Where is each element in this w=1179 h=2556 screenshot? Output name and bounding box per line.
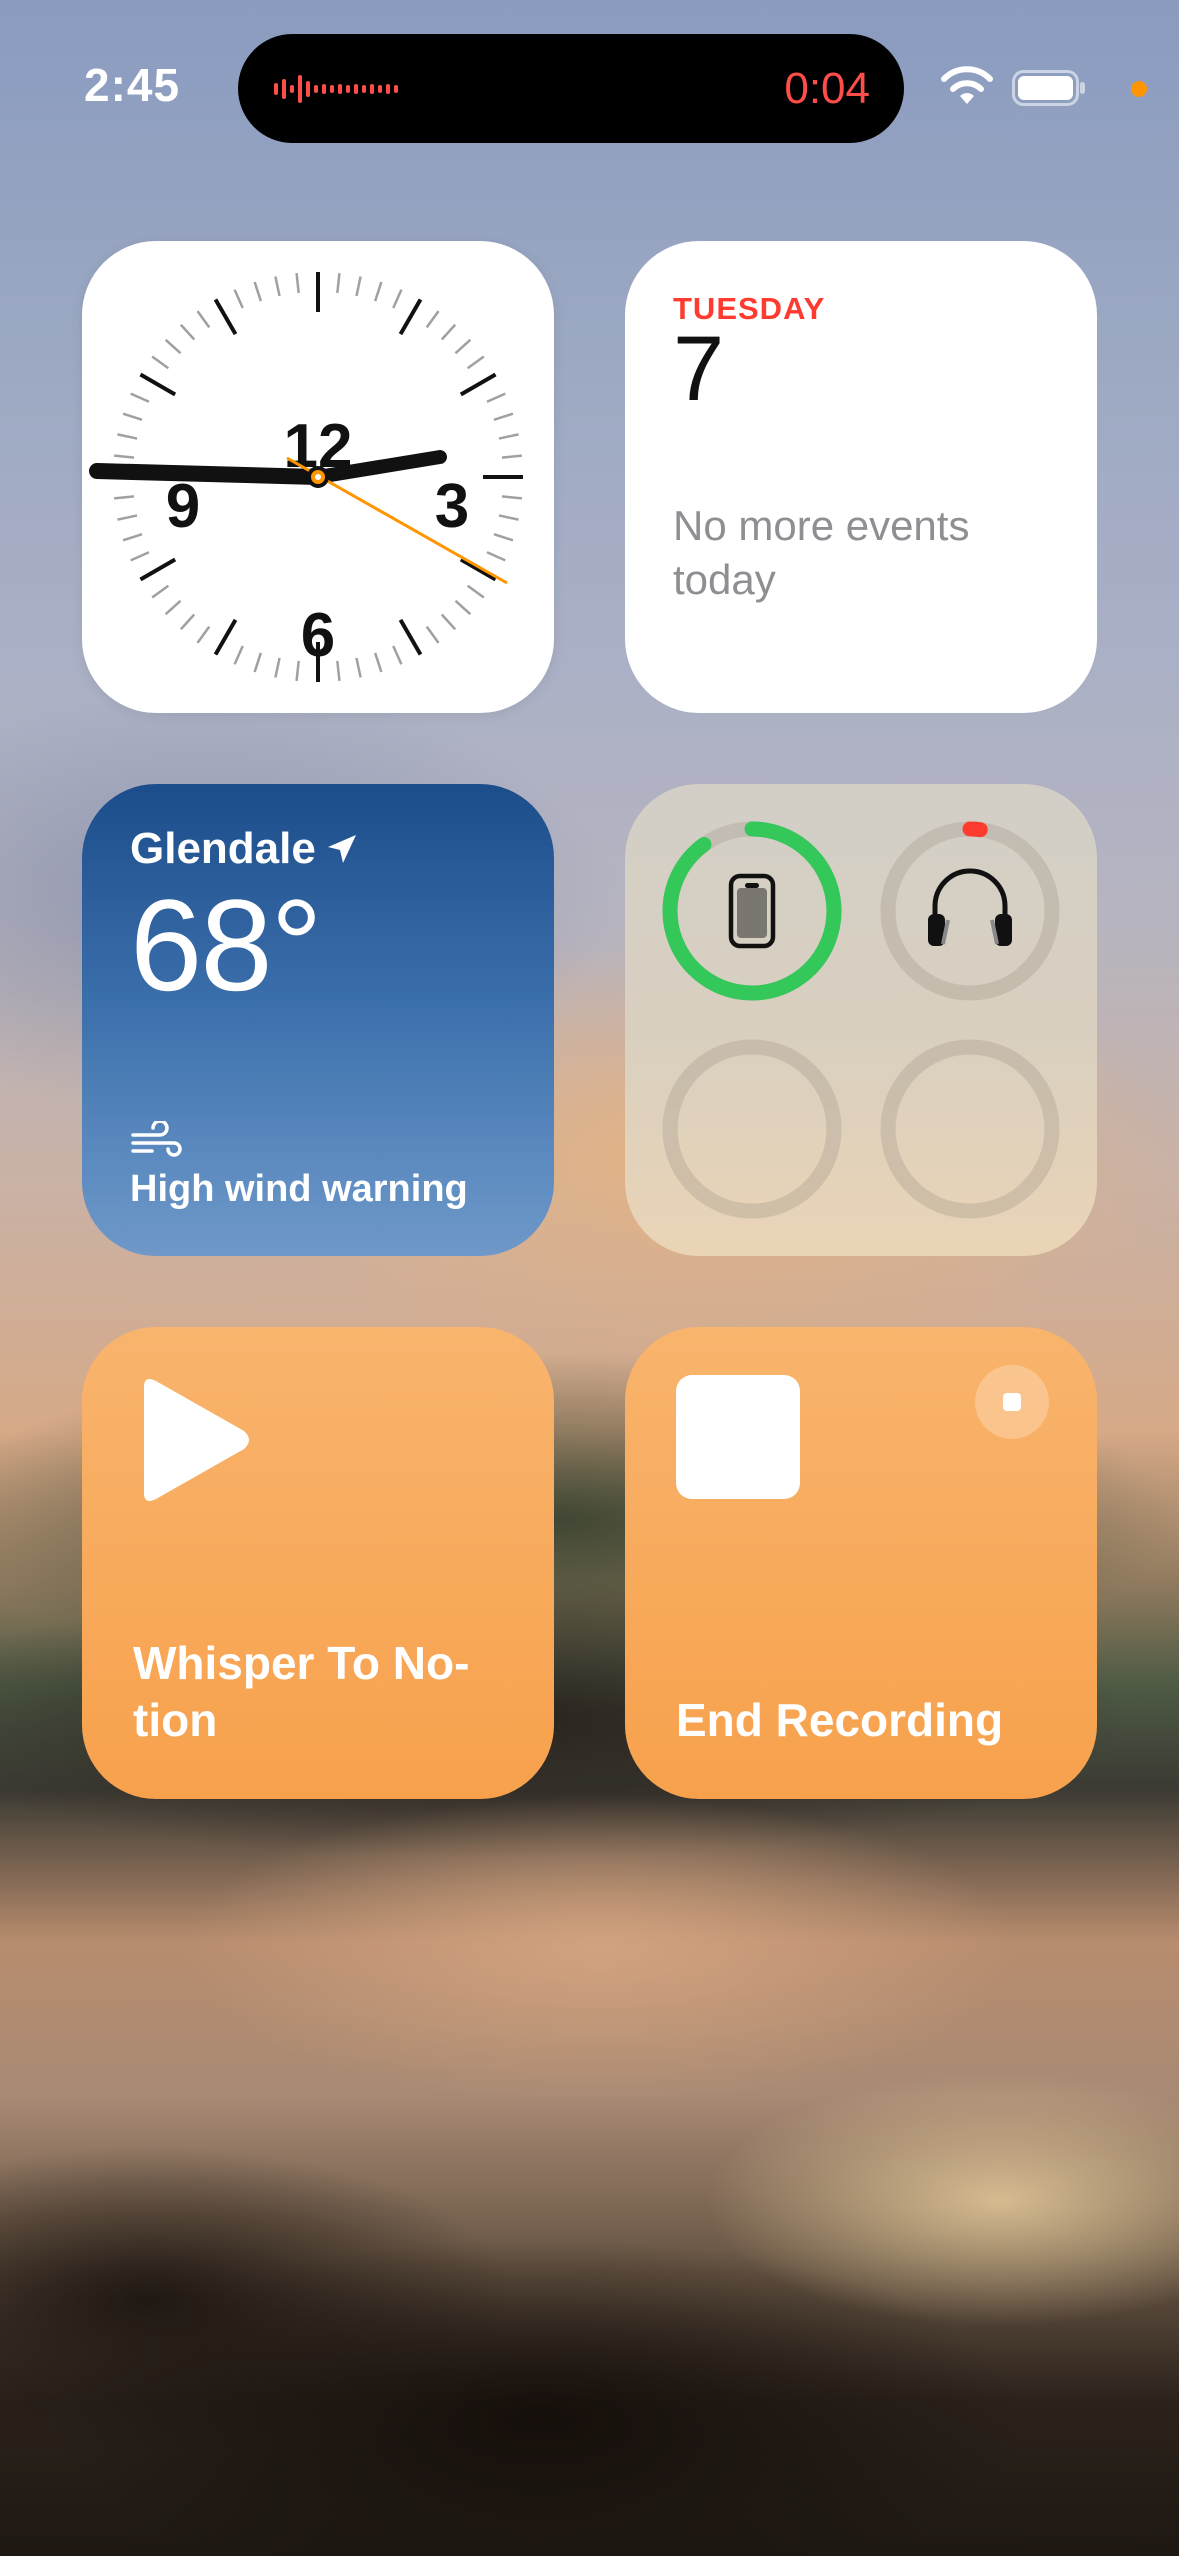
clock-minute-tick (440, 323, 457, 341)
clock-hour-tick (213, 618, 238, 656)
clock-minute-tick (498, 433, 519, 440)
stop-icon (676, 1375, 800, 1499)
clock-minute-tick (274, 657, 281, 678)
battery-ring-empty-2 (880, 1039, 1060, 1219)
clock-minute-tick (336, 660, 341, 682)
clock-minute-tick (425, 310, 440, 329)
clock-minute-tick (117, 514, 138, 521)
clock-numeral-6: 6 (301, 601, 335, 670)
weather-location: Glendale (130, 824, 506, 874)
clock-minute-tick (164, 338, 182, 355)
clock-minute-tick (454, 599, 472, 616)
recording-timer: 0:04 (784, 64, 870, 113)
clock-minute-tick (373, 652, 383, 673)
dynamic-island[interactable]: 0:04 (238, 34, 904, 143)
privacy-indicator-dot (1131, 81, 1147, 97)
clock-minute-tick (355, 657, 362, 678)
shortcut-label: Whisper To No- tion (133, 1637, 470, 1746)
clock-hour-tick (139, 372, 177, 397)
clock-hour-tick (459, 557, 497, 582)
clock-minute-tick (392, 289, 403, 309)
clock-minute-tick (151, 584, 170, 599)
clock-minute-tick (501, 495, 523, 500)
clock-minute-tick (454, 338, 472, 355)
wind-icon (131, 1121, 182, 1157)
calendar-weekday: TUESDAY (673, 291, 826, 326)
clock-minute-tick (113, 454, 135, 459)
calendar-events-text: No more events today (673, 502, 970, 603)
clock-hour-tick (213, 298, 238, 336)
clock-minute-tick (151, 355, 170, 370)
clock-minute-tick (336, 272, 341, 294)
clock-minute-tick (130, 392, 150, 403)
clock-minute-tick (355, 276, 362, 297)
clock-minute-tick (493, 412, 514, 422)
clock-minute-tick (486, 392, 506, 403)
clock-minute-tick (295, 660, 300, 682)
clock-numeral-3: 3 (435, 472, 469, 541)
battery-ring-iphone (662, 821, 842, 1001)
weather-temperature: 68° (130, 872, 323, 1018)
headphones-icon (928, 868, 1012, 946)
clock-minute-tick (498, 514, 519, 521)
weather-widget[interactable]: Glendale 68° High wind warning (82, 784, 554, 1256)
clock-hour-tick (139, 557, 177, 582)
calendar-date: 7 (673, 318, 725, 420)
iphone-icon (728, 873, 776, 949)
batteries-rings (662, 821, 1060, 1219)
calendar-widget[interactable]: TUESDAY 7 No more events today (625, 241, 1097, 713)
status-time: 2:45 (84, 59, 181, 111)
clock-minute-tick (466, 584, 485, 599)
clock-minute-tick (117, 433, 138, 440)
shortcut-end-recording[interactable]: End Recording (625, 1327, 1097, 1799)
clock-widget[interactable]: 12 3 6 9 (82, 241, 554, 713)
weather-city-name: Glendale (130, 824, 316, 873)
shortcut-whisper-to-notion[interactable]: Whisper To No- tion (82, 1327, 554, 1799)
batteries-widget[interactable] (625, 784, 1097, 1256)
battery-ring-headphones (880, 821, 1060, 1001)
clock-minute-tick (493, 532, 514, 542)
battery-ring-empty-1 (662, 1039, 842, 1219)
clock-hour-tick (398, 298, 423, 336)
clock-minute-tick (196, 625, 211, 644)
clock-minute-tick (501, 454, 523, 459)
analog-clock-face: 12 3 6 9 (89, 272, 523, 682)
clock-minute-tick (113, 495, 135, 500)
clock-minute-tick (253, 281, 263, 302)
clock-minute-tick (440, 613, 457, 631)
clock-minute-tick (373, 281, 383, 302)
clock-minute-tick (392, 645, 403, 665)
clock-numeral-9: 9 (166, 472, 200, 541)
clock-minute-tick (425, 625, 440, 644)
battery-icon (1012, 70, 1085, 106)
clock-minute-tick (295, 272, 300, 294)
small-stop-icon[interactable] (975, 1365, 1049, 1439)
status-bar: 2:45 0:04 (0, 0, 1179, 175)
clock-minute-tick (253, 652, 263, 673)
clock-minute-tick (164, 599, 182, 616)
clock-minute-tick (274, 276, 281, 297)
clock-minute-tick (130, 551, 150, 562)
waveform-icon (274, 75, 398, 103)
clock-minute-tick (486, 551, 506, 562)
clock-minute-tick (179, 323, 196, 341)
location-arrow-icon (327, 835, 356, 863)
clock-minute-tick (466, 355, 485, 370)
clock-hour-tick (459, 372, 497, 397)
clock-minute-tick (179, 613, 196, 631)
clock-hour-hand (89, 463, 326, 485)
clock-minute-tick (122, 412, 143, 422)
clock-minute-tick (122, 532, 143, 542)
clock-minute-tick (233, 645, 244, 665)
weather-alert: High wind warning (130, 1168, 468, 1210)
play-icon (144, 1379, 249, 1501)
clock-hour-tick (398, 618, 423, 656)
wifi-icon (941, 66, 993, 104)
clock-minute-tick (233, 289, 244, 309)
shortcut-label: End Recording (676, 1694, 1004, 1746)
clock-minute-tick (196, 310, 211, 329)
